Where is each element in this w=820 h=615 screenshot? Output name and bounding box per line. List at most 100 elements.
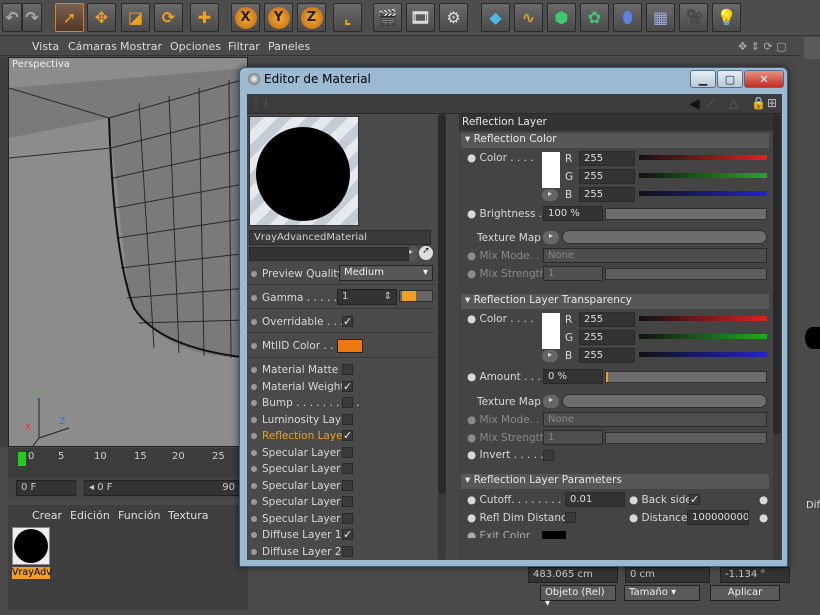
rotate-tool-icon[interactable]: ⟳ xyxy=(154,3,183,32)
refl-b-gradient-slider[interactable] xyxy=(639,191,767,196)
layer-checkbox[interactable] xyxy=(342,496,353,507)
brightness-field[interactable]: 100 % xyxy=(543,206,603,221)
mix-mode-dropdown[interactable]: None xyxy=(543,248,767,263)
cube-icon[interactable]: ◆ xyxy=(481,3,510,32)
transp-texture-map-field[interactable] xyxy=(562,394,767,408)
invert-checkbox[interactable] xyxy=(543,450,554,461)
transp-color-swatch[interactable] xyxy=(542,313,560,349)
transp-b-field[interactable]: 255 xyxy=(579,348,635,363)
layer-checkbox[interactable] xyxy=(342,479,353,491)
layer-checkbox[interactable] xyxy=(342,446,353,458)
menu-opciones[interactable]: Opciones xyxy=(170,40,221,53)
picker-icon[interactable]: ➚ xyxy=(419,246,433,260)
animate-dot-icon[interactable] xyxy=(251,319,257,325)
texture-toggle-icon[interactable]: ▸ xyxy=(543,231,559,244)
material-preview[interactable] xyxy=(249,116,359,226)
layer-checkbox[interactable] xyxy=(342,413,353,425)
timeline[interactable]: 0 5 10 15 20 25 xyxy=(8,448,248,478)
redo-icon[interactable]: ↷ xyxy=(22,3,42,32)
right-scrollbar-track[interactable] xyxy=(773,114,781,560)
layer-checkbox[interactable] xyxy=(342,545,353,557)
exit-color-swatch[interactable] xyxy=(542,531,566,539)
last-tool-icon[interactable]: ✚ xyxy=(190,3,219,32)
spline-icon[interactable]: ∿ xyxy=(514,3,543,32)
lock-icon[interactable]: 🔒 xyxy=(751,96,766,110)
undo-icon[interactable]: ↶ xyxy=(2,3,22,32)
material-name-field[interactable]: VrayAdvancedMaterial xyxy=(249,230,431,245)
back-arrow-icon[interactable]: ◀ xyxy=(689,96,700,112)
cutoff-field[interactable]: 0.01 xyxy=(565,492,625,507)
refl-color-swatch[interactable] xyxy=(542,152,560,188)
select-tool-icon[interactable]: ➚ xyxy=(55,3,84,32)
position-field[interactable]: 0 cm xyxy=(625,567,710,583)
brightness-slider[interactable] xyxy=(605,208,767,220)
transp-b-gradient-slider[interactable] xyxy=(639,352,767,357)
overridable-checkbox[interactable]: ✓ xyxy=(342,316,353,327)
refl-g-gradient-slider[interactable] xyxy=(639,173,767,178)
menu-funcion[interactable]: Función xyxy=(118,509,160,522)
menu-edicion[interactable]: Edición xyxy=(70,509,110,522)
transp-g-gradient-slider[interactable] xyxy=(639,334,767,339)
z-axis-button[interactable]: Z xyxy=(297,3,326,32)
size-x-field[interactable]: 483.065 cm xyxy=(528,567,618,583)
up-arrow-icon[interactable]: △ xyxy=(729,96,738,110)
texture-map-field[interactable] xyxy=(562,230,767,244)
transp-mix-strength-slider[interactable] xyxy=(605,432,767,444)
y-axis-button[interactable]: Y xyxy=(264,3,293,32)
refl-r-field[interactable]: 255 xyxy=(579,151,635,166)
layer-checkbox[interactable]: ✓ xyxy=(342,430,353,441)
transp-mix-mode-dropdown[interactable]: None xyxy=(543,412,767,427)
refl-r-gradient-slider[interactable] xyxy=(639,155,767,160)
layer-checkbox[interactable] xyxy=(342,512,353,524)
timeline-playhead[interactable] xyxy=(18,452,26,466)
close-button[interactable]: ✕ xyxy=(744,70,784,88)
layer-checkbox[interactable]: ✓ xyxy=(342,529,353,540)
render-view-icon[interactable]: 🎬 xyxy=(373,3,402,32)
object-rel-dropdown[interactable]: Objeto (Rel) ▾ xyxy=(540,585,616,609)
animate-dot-icon[interactable] xyxy=(251,343,257,349)
cloner-icon[interactable]: ✿ xyxy=(580,3,609,32)
maximize-button[interactable]: ▢ xyxy=(717,70,743,88)
color-mode-toggle-icon[interactable]: ▸ xyxy=(542,189,558,201)
transp-g-field[interactable]: 255 xyxy=(579,330,635,345)
animate-dot-icon[interactable] xyxy=(251,295,257,301)
back-side-checkbox[interactable]: ✓ xyxy=(689,494,700,505)
perspective-viewport[interactable]: Y Z X xyxy=(8,57,248,447)
transp-r-gradient-slider[interactable] xyxy=(639,316,767,321)
scale-tool-icon[interactable]: ◪ xyxy=(121,3,150,32)
menu-mostrar[interactable]: Mostrar xyxy=(120,40,162,53)
refl-dim-checkbox[interactable] xyxy=(565,512,576,523)
material-search-field[interactable] xyxy=(249,247,409,261)
material-thumbnail[interactable] xyxy=(12,527,50,565)
layer-checkbox[interactable] xyxy=(342,397,353,408)
menu-camaras[interactable]: Cámaras xyxy=(68,40,117,53)
menu-crear[interactable]: Crear xyxy=(32,509,62,522)
deformer-icon[interactable]: ⬮ xyxy=(613,3,642,32)
mix-strength-field[interactable]: 1 xyxy=(543,266,603,281)
transp-mix-strength-field[interactable]: 1 xyxy=(543,430,603,445)
texture-toggle-icon[interactable]: ▸ xyxy=(543,395,559,408)
x-axis-button[interactable]: X xyxy=(231,3,260,32)
forward-arrow-icon[interactable]: ⟋ xyxy=(707,96,715,111)
reflection-parameters-section[interactable]: ▾ Reflection Layer Parameters xyxy=(461,474,769,489)
menu-textura[interactable]: Textura xyxy=(168,509,208,522)
search-arrow-icon[interactable]: ▸ xyxy=(409,247,417,261)
light-icon[interactable]: 💡 xyxy=(712,3,741,32)
reflection-color-section[interactable]: ▾ Reflection Color xyxy=(461,133,769,148)
subdivision-icon[interactable]: ⬢ xyxy=(547,3,576,32)
menu-vista[interactable]: Vista xyxy=(32,40,59,53)
menu-filtrar[interactable]: Filtrar xyxy=(228,40,260,53)
layer-checkbox[interactable] xyxy=(342,364,353,375)
color-mode-toggle-icon[interactable]: ▸ xyxy=(542,350,558,362)
menu-paneles[interactable]: Paneles xyxy=(268,40,310,53)
reflection-transparency-section[interactable]: ▾ Reflection Layer Transparency xyxy=(461,294,769,309)
gamma-slider[interactable] xyxy=(399,290,433,302)
mtlid-color-swatch[interactable] xyxy=(337,339,363,353)
floor-icon[interactable]: ▦ xyxy=(646,3,675,32)
viewport-nav-icons[interactable]: ✥ ⇕ ⟳ ▢ xyxy=(738,40,787,53)
right-scrollbar-thumb[interactable] xyxy=(773,114,781,434)
distance-field[interactable]: 100000000 xyxy=(687,510,749,525)
coordinate-system-icon[interactable]: ⌞ xyxy=(333,3,362,32)
transp-r-field[interactable]: 255 xyxy=(579,312,635,327)
animate-dot-icon[interactable] xyxy=(251,271,257,277)
